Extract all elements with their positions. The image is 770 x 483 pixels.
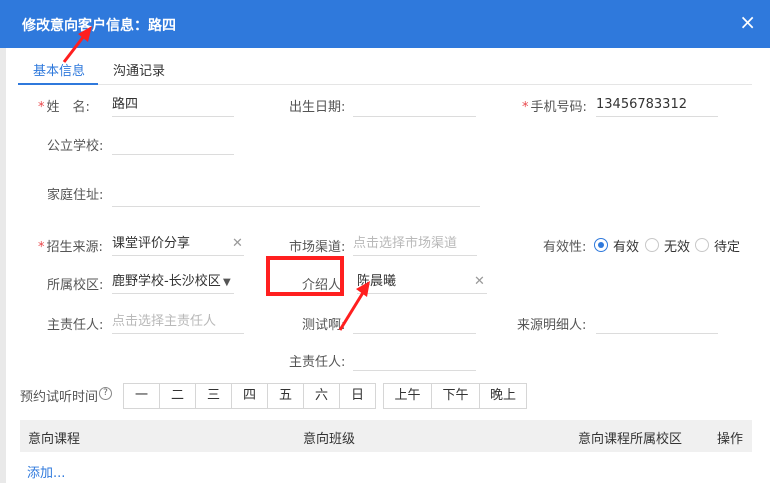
- owner2-label: 主责任人:: [289, 355, 346, 370]
- radio-dot: [645, 238, 659, 252]
- dialog-titlebar: 修改意向客户信息：路四 ×: [0, 0, 770, 48]
- test-field[interactable]: [353, 311, 476, 334]
- day-button-sun[interactable]: 日: [340, 384, 375, 408]
- help-icon[interactable]: ?: [99, 387, 112, 400]
- source-label: * 招生来源:: [38, 240, 103, 255]
- period-button-afternoon[interactable]: 下午: [432, 384, 480, 408]
- background-strip: [0, 48, 6, 483]
- school-label: 公立学校:: [47, 139, 104, 154]
- owner-label: 主责任人:: [47, 318, 104, 333]
- source-detail-label: 来源明细人:: [517, 318, 587, 333]
- day-button-thu[interactable]: 四: [232, 384, 268, 408]
- radio-pending[interactable]: 待定: [695, 236, 740, 255]
- radio-invalid[interactable]: 无效: [645, 236, 690, 255]
- period-button-group: 上午 下午 晚上: [383, 383, 527, 409]
- period-button-evening[interactable]: 晚上: [480, 384, 526, 408]
- weekday-button-group: 一 二 三 四 五 六 日: [123, 383, 376, 409]
- chevron-down-icon[interactable]: ▼: [223, 277, 231, 288]
- channel-field[interactable]: 点击选择市场渠道: [353, 233, 477, 256]
- phone-field[interactable]: 13456783312: [596, 94, 718, 117]
- day-button-tue[interactable]: 二: [160, 384, 196, 408]
- name-field[interactable]: 路四: [112, 94, 234, 117]
- tab-communication[interactable]: 沟通记录: [113, 60, 165, 79]
- clear-source-icon[interactable]: ✕: [232, 236, 243, 251]
- tab-divider: [18, 84, 752, 85]
- birth-label: 出生日期:: [289, 100, 346, 115]
- source-detail-field[interactable]: [596, 311, 718, 334]
- close-icon[interactable]: ×: [739, 12, 756, 32]
- owner-field[interactable]: 点击选择主责任人: [112, 311, 244, 334]
- column-header-course: 意向课程: [28, 432, 81, 447]
- column-header-class: 意向班级: [303, 432, 356, 447]
- radio-valid[interactable]: 有效: [594, 236, 639, 255]
- day-button-wed[interactable]: 三: [196, 384, 232, 408]
- test-label: 测试啊:: [302, 318, 346, 333]
- trial-time-label: 预约试听时间: [20, 390, 99, 405]
- campus-label: 所属校区:: [47, 278, 104, 293]
- address-field[interactable]: [112, 184, 480, 207]
- clear-referrer-icon[interactable]: ✕: [474, 274, 485, 289]
- school-field[interactable]: [112, 132, 234, 155]
- channel-label: 市场渠道:: [289, 240, 346, 255]
- referrer-field[interactable]: 陈晨曦: [357, 271, 487, 294]
- name-label: * 姓 名:: [38, 100, 90, 115]
- birth-field[interactable]: [353, 94, 476, 117]
- radio-dot: [695, 238, 709, 252]
- address-label: 家庭住址:: [47, 188, 104, 203]
- annotation-box: [266, 256, 344, 296]
- dialog-title: 修改意向客户信息：路四: [22, 18, 176, 34]
- day-button-fri[interactable]: 五: [268, 384, 304, 408]
- campus-select[interactable]: 鹿野学校-长沙校区: [112, 271, 234, 294]
- day-button-mon[interactable]: 一: [124, 384, 160, 408]
- column-header-actions: 操作: [717, 432, 744, 447]
- radio-dot: [594, 238, 608, 252]
- validity-label: 有效性:: [543, 240, 587, 255]
- period-button-morning[interactable]: 上午: [384, 384, 432, 408]
- column-header-campus: 意向课程所属校区: [578, 432, 683, 447]
- day-button-sat[interactable]: 六: [304, 384, 340, 408]
- phone-label: * 手机号码:: [522, 100, 587, 115]
- tab-basic-info[interactable]: 基本信息: [33, 60, 85, 79]
- source-field[interactable]: 课堂评价分享: [112, 233, 244, 256]
- add-row-link[interactable]: 添加...: [27, 462, 65, 481]
- owner2-field[interactable]: [353, 348, 476, 371]
- active-tab-indicator: [18, 83, 98, 85]
